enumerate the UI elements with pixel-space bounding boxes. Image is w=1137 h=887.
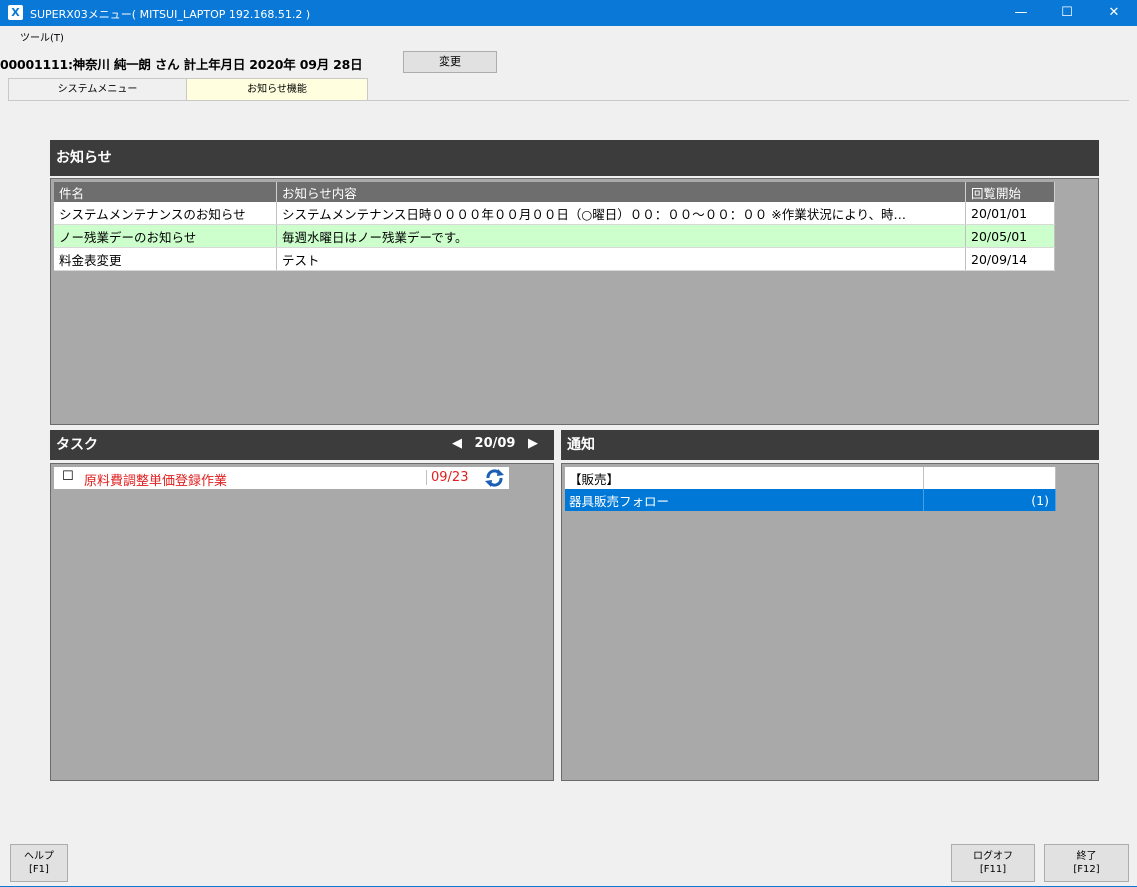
table-row[interactable]: ノー残業デーのお知らせ 毎週水曜日はノー残業デーです。 20/05/01 [54, 224, 1055, 248]
list-item[interactable]: 【販売】 [565, 467, 1056, 489]
notifications-title: 通知 [567, 437, 595, 453]
user-info: 00001111:神奈川 純一朗 さん 計上年月日 2020年 09月 28日 [0, 57, 363, 72]
tab-notice-function[interactable]: お知らせ機能 [186, 78, 368, 100]
month-navigator: ◀ 20/09 ▶ [448, 430, 542, 458]
table-row[interactable]: 料金表変更 テスト 20/09/14 [54, 247, 1055, 271]
notification-label[interactable]: 器具販売フォロー [565, 489, 924, 511]
logoff-key: [F11] [979, 864, 1007, 875]
notice-start[interactable]: 20/01/01 [965, 202, 1055, 225]
tab-system-menu[interactable]: システムメニュー [8, 78, 187, 100]
tasks-title: タスク [56, 437, 98, 453]
change-button[interactable]: 変更 [403, 51, 497, 73]
notice-start[interactable]: 20/09/14 [965, 247, 1055, 271]
notices-area: 件名 お知らせ内容 回覧開始 システムメンテナンスのお知らせ システムメンテナン… [50, 178, 1099, 425]
table-row[interactable]: システムメンテナンスのお知らせ システムメンテナンス日時００００年００月００日（… [54, 202, 1055, 225]
close-icon[interactable]: ✕ [1091, 0, 1137, 26]
notice-start[interactable]: 20/05/01 [965, 224, 1055, 248]
column-header-subject[interactable]: 件名 [54, 182, 277, 202]
notifications-header: 通知 [561, 430, 1099, 460]
list-item[interactable]: 器具販売フォロー (1) [565, 489, 1056, 511]
column-header-start[interactable]: 回覧開始 [965, 182, 1055, 202]
help-key: [F1] [29, 864, 49, 875]
window-title: SUPERX03メニュー( MITSUI_LAPTOP 192.168.51.2… [30, 8, 311, 21]
notices-title: お知らせ [56, 150, 112, 166]
notices-header: お知らせ [50, 140, 1099, 176]
title-bar: X SUPERX03メニュー( MITSUI_LAPTOP 192.168.51… [0, 0, 1137, 26]
tasks-area: ☐ 原料費調整単価登録作業 09/23 [50, 463, 554, 781]
notification-label[interactable]: 【販売】 [565, 467, 924, 489]
refresh-icon[interactable] [480, 467, 509, 489]
exit-label: 終了 [1076, 851, 1097, 862]
app-icon: X [8, 5, 23, 20]
prev-month-icon[interactable]: ◀ [452, 436, 462, 451]
logoff-label: ログオフ [973, 851, 1013, 862]
notices-header-row: 件名 お知らせ内容 回覧開始 [54, 182, 1055, 202]
help-label: ヘルプ [24, 851, 54, 862]
notice-subject[interactable]: 料金表変更 [54, 247, 277, 271]
task-date: 09/23 [426, 470, 481, 485]
task-checkbox[interactable]: ☐ [62, 469, 74, 484]
exit-button[interactable]: 終了 [F12] [1044, 844, 1129, 882]
minimize-icon[interactable]: — [998, 0, 1044, 26]
task-title[interactable]: 原料費調整単価登録作業 [84, 470, 227, 489]
next-month-icon[interactable]: ▶ [528, 436, 538, 451]
help-button[interactable]: ヘルプ [F1] [10, 844, 68, 882]
notice-subject[interactable]: ノー残業デーのお知らせ [54, 224, 277, 248]
notice-content[interactable]: 毎週水曜日はノー残業デーです。 [276, 224, 966, 248]
notice-subject[interactable]: システムメンテナンスのお知らせ [54, 202, 277, 225]
tasks-header: タスク ◀ 20/09 ▶ [50, 430, 554, 460]
maximize-icon[interactable]: ☐ [1044, 0, 1090, 26]
logoff-button[interactable]: ログオフ [F11] [951, 844, 1035, 882]
menu-tools[interactable]: ツール(T) [20, 29, 64, 44]
notification-count[interactable]: (1) [923, 489, 1056, 511]
column-header-content[interactable]: お知らせ内容 [276, 182, 966, 202]
current-month: 20/09 [474, 436, 516, 451]
notification-count[interactable] [923, 467, 1056, 489]
notice-content[interactable]: テスト [276, 247, 966, 271]
notifications-table: 【販売】 器具販売フォロー (1) [565, 467, 1056, 511]
notifications-area: 【販売】 器具販売フォロー (1) [561, 463, 1099, 781]
menu-bar: ツール(T) [0, 26, 1137, 46]
notices-table: 件名 お知らせ内容 回覧開始 システムメンテナンスのお知らせ システムメンテナン… [54, 182, 1055, 271]
task-item[interactable]: ☐ 原料費調整単価登録作業 09/23 [54, 467, 509, 489]
notice-content[interactable]: システムメンテナンス日時００００年００月００日（○曜日）００：００～００：００ … [276, 202, 966, 225]
exit-key: [F12] [1073, 864, 1100, 875]
